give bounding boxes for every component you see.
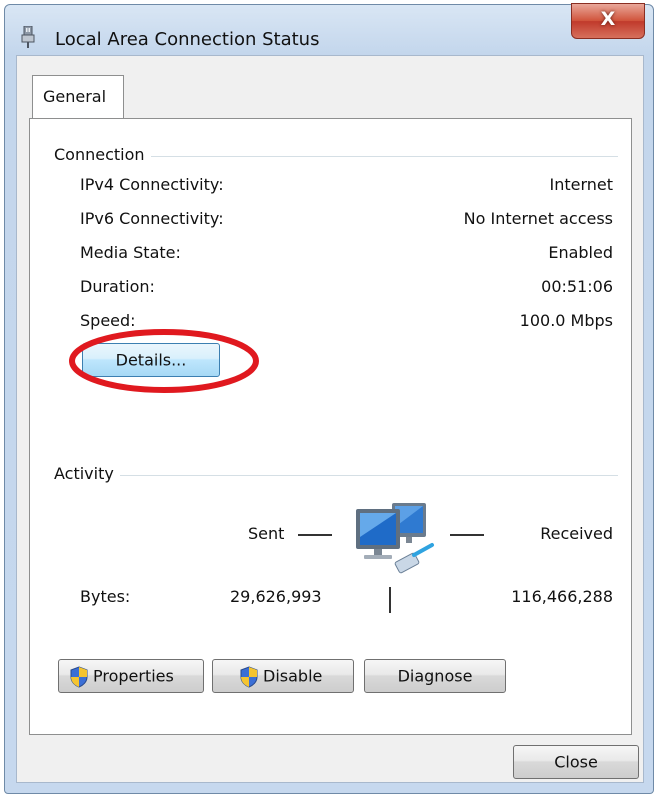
activity-group-title: Activity — [54, 464, 120, 483]
window-close-button[interactable]: X — [571, 3, 645, 39]
network-computers-icon — [356, 503, 434, 574]
close-icon: X — [600, 8, 616, 30]
properties-button-label: Properties — [93, 666, 174, 686]
tab-general[interactable]: General — [32, 75, 124, 119]
media-state-value: Enabled — [548, 243, 613, 262]
bytes-label: Bytes: — [80, 587, 131, 606]
ipv4-connectivity-label: IPv4 Connectivity: — [80, 175, 224, 194]
ipv6-connectivity-value: No Internet access — [463, 209, 613, 228]
disable-button[interactable]: Disable — [212, 659, 354, 693]
duration-value: 00:51:06 — [541, 277, 613, 296]
red-highlight-ellipse — [69, 329, 259, 393]
uac-shield-icon — [70, 666, 88, 688]
received-dash — [450, 534, 484, 536]
properties-button[interactable]: Properties — [58, 659, 204, 693]
disable-button-label: Disable — [263, 666, 323, 686]
sent-dash — [298, 534, 332, 536]
received-label: Received — [540, 524, 613, 543]
tab-general-label: General — [43, 87, 107, 106]
network-adapter-icon — [21, 26, 35, 48]
connection-group-title: Connection — [54, 145, 151, 164]
uac-shield-icon — [240, 666, 258, 688]
ipv6-connectivity-label: IPv6 Connectivity: — [80, 209, 224, 228]
ipv4-connectivity-value: Internet — [549, 175, 613, 194]
sent-label: Sent — [248, 524, 285, 543]
media-state-label: Media State: — [80, 243, 181, 262]
diagnose-button-label: Diagnose — [397, 666, 473, 686]
bytes-divider — [389, 587, 391, 613]
window-title: Local Area Connection Status — [55, 29, 320, 50]
activity-group-line — [58, 475, 618, 476]
bytes-sent-value: 29,626,993 — [230, 587, 322, 606]
speed-value: 100.0 Mbps — [519, 311, 613, 330]
diagnose-button[interactable]: Diagnose — [364, 659, 506, 693]
close-button[interactable]: Close — [513, 745, 639, 779]
duration-label: Duration: — [80, 277, 155, 296]
close-button-label: Close — [554, 752, 598, 772]
dialog-window: Local Area Connection Status X General C… — [4, 3, 654, 794]
bytes-received-value: 116,466,288 — [511, 587, 613, 606]
dialog-client-area: General Connection IPv4 Connectivity: In… — [16, 55, 644, 783]
general-tab-panel: Connection IPv4 Connectivity: Internet I… — [29, 118, 632, 735]
